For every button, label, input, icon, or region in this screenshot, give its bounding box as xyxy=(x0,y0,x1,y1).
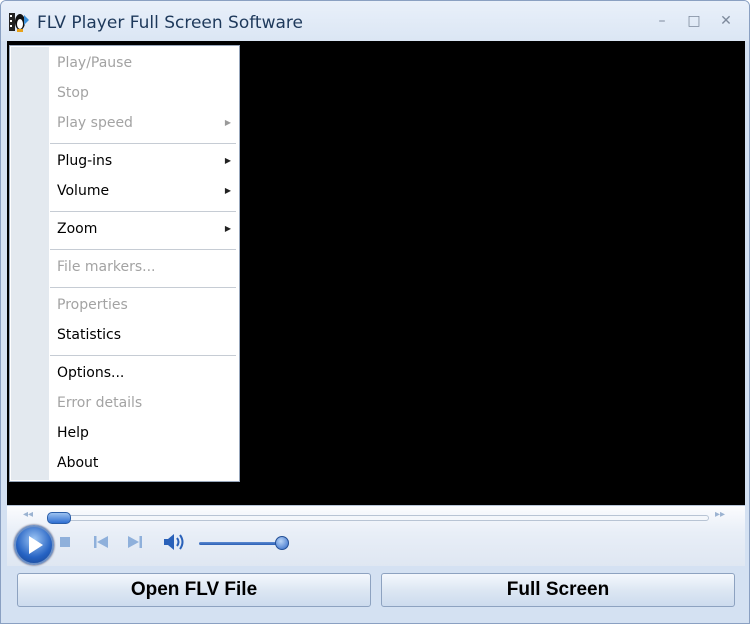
skip-back-icon[interactable] xyxy=(93,535,109,549)
menu-item-statistics[interactable]: Statistics xyxy=(50,322,243,348)
context-menu: Play/Pause Stop Play speed ▶ Plug-ins ▶ Vo… xyxy=(9,45,240,482)
triangle-right-icon: ▶ xyxy=(224,186,231,195)
menu-item-volume[interactable]: Volume ▶ xyxy=(50,178,243,204)
menu-item-about[interactable]: About xyxy=(50,450,243,476)
full-screen-button[interactable]: Full Screen xyxy=(381,573,735,607)
menu-item-label: Volume xyxy=(57,183,110,199)
player-controls: ◂◂ ▸▸ xyxy=(7,505,745,566)
seek-bar[interactable] xyxy=(47,515,709,521)
menu-item-label: Options... xyxy=(57,365,125,381)
menu-item-label: About xyxy=(57,455,99,471)
play-icon xyxy=(29,536,43,554)
menu-item-label: Error details xyxy=(57,395,143,411)
title-bar[interactable]: FLV Player Full Screen Software – □ ✕ xyxy=(1,1,749,41)
menu-item-label: Properties xyxy=(57,297,128,313)
fast-forward-icon[interactable]: ▸▸ xyxy=(715,509,725,520)
play-button[interactable] xyxy=(14,525,54,565)
menu-item-label: File markers... xyxy=(57,259,156,275)
menu-item-play-speed[interactable]: Play speed ▶ xyxy=(50,110,243,136)
speaker-icon[interactable] xyxy=(163,533,185,551)
menu-item-label: Play/Pause xyxy=(57,55,133,71)
open-flv-file-button[interactable]: Open FLV File xyxy=(17,573,371,607)
close-icon[interactable]: ✕ xyxy=(715,11,737,31)
menu-separator xyxy=(50,355,236,357)
window-title: FLV Player Full Screen Software xyxy=(37,13,303,33)
menu-item-label: Play speed xyxy=(57,115,133,131)
menu-item-label: Zoom xyxy=(57,221,98,237)
volume-slider[interactable] xyxy=(199,542,285,545)
triangle-right-icon: ▶ xyxy=(224,156,231,165)
film-tux-icon[interactable] xyxy=(8,11,30,33)
menu-item-error-details[interactable]: Error details xyxy=(50,390,243,416)
menu-separator xyxy=(50,143,236,145)
menu-icon-gutter xyxy=(11,47,49,480)
menu-item-properties[interactable]: Properties xyxy=(50,292,243,318)
menu-item-label: Statistics xyxy=(57,327,121,343)
volume-thumb[interactable] xyxy=(275,536,289,550)
menu-item-options[interactable]: Options... xyxy=(50,360,243,386)
triangle-right-icon: ▶ xyxy=(224,118,231,127)
minimize-icon[interactable]: – xyxy=(651,11,673,31)
app-window: FLV Player Full Screen Software – □ ✕ ◂◂… xyxy=(0,0,750,624)
triangle-right-icon: ▶ xyxy=(224,224,231,233)
menu-item-label: Stop xyxy=(57,85,89,101)
stop-icon[interactable] xyxy=(59,536,71,548)
menu-separator xyxy=(50,249,236,251)
rewind-icon[interactable]: ◂◂ xyxy=(23,509,33,520)
menu-item-label: Help xyxy=(57,425,89,441)
menu-item-stop[interactable]: Stop xyxy=(50,80,243,106)
seek-thumb[interactable] xyxy=(47,512,71,524)
maximize-icon[interactable]: □ xyxy=(683,11,705,31)
menu-item-zoom[interactable]: Zoom ▶ xyxy=(50,216,243,242)
menu-item-label: Plug-ins xyxy=(57,153,113,169)
menu-separator xyxy=(50,211,236,213)
skip-forward-icon[interactable] xyxy=(127,535,143,549)
menu-item-plug-ins[interactable]: Plug-ins ▶ xyxy=(50,148,243,174)
menu-item-file-markers[interactable]: File markers... xyxy=(50,254,243,280)
menu-item-play-pause[interactable]: Play/Pause xyxy=(50,50,243,76)
menu-separator xyxy=(50,287,236,289)
menu-item-help[interactable]: Help xyxy=(50,420,243,446)
